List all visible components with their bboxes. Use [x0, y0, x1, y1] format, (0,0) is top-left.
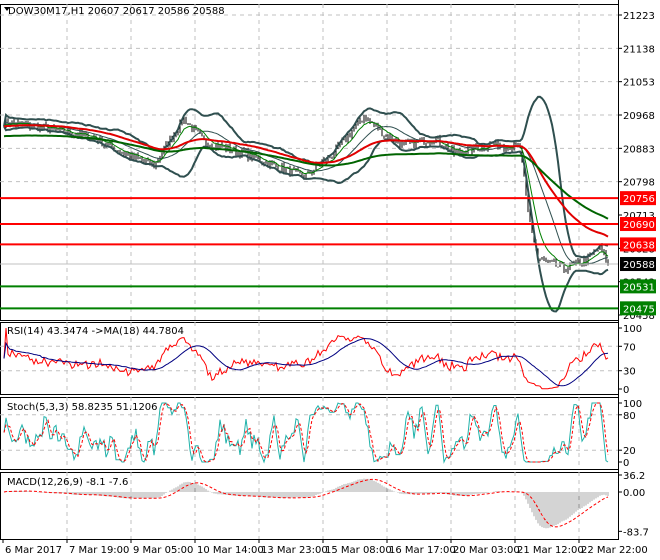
- macd-tick-label: 0.00: [623, 488, 645, 499]
- level-label: 20531: [623, 282, 655, 293]
- rsi-tick-label: 70: [623, 342, 636, 353]
- price-tick-label: 20798: [623, 178, 655, 189]
- rsi-tick-label: 30: [623, 367, 636, 378]
- time-label: 16 Mar 17:00: [389, 545, 456, 556]
- grid: [0, 4, 619, 540]
- price-tick-label: 21053: [623, 78, 655, 89]
- price-tick-label: 20883: [623, 144, 655, 155]
- chart-title: DOW30M17,H1 20607 20617 20586 20588: [8, 6, 225, 17]
- macd-tick-label: -83.7: [623, 527, 649, 538]
- stoch-tick-label: 20: [623, 446, 636, 457]
- time-label: 15 Mar 08:00: [325, 545, 392, 556]
- time-label: 22 Mar 22:00: [581, 545, 648, 556]
- macd-tick-label: 36.2: [623, 471, 645, 482]
- price-panel[interactable]: [0, 95, 618, 313]
- chart-canvas[interactable]: DOW30M17,H1 20607 20617 20586 20588 RSI(…: [0, 0, 660, 560]
- stoch-label: Stoch(5,3,3) 58.8235 51.1206: [7, 402, 158, 413]
- macd-label: MACD(12,26,9) -8.1 -7.6: [7, 477, 128, 488]
- price-tick-label: 20968: [623, 111, 655, 122]
- rsi-tick-label: 0: [623, 385, 629, 396]
- bollinger-lower: [3, 125, 609, 313]
- stoch-tick-label: 80: [623, 411, 636, 422]
- rsi-line: [3, 327, 609, 390]
- level-label: 20475: [623, 304, 655, 315]
- time-label: 10 Mar 14:00: [197, 545, 264, 556]
- price-tick-label: 21223: [623, 11, 655, 22]
- current-price-label: 20588: [623, 260, 655, 271]
- time-label: 21 Mar 12:00: [517, 545, 584, 556]
- level-label: 20638: [623, 240, 655, 251]
- rsi-tick-label: 100: [623, 324, 642, 335]
- time-label: 13 Mar 23:00: [261, 545, 328, 556]
- stoch-tick-label: 100: [623, 399, 642, 410]
- time-label: 9 Mar 05:00: [133, 545, 193, 556]
- level-label: 20690: [623, 220, 655, 231]
- time-label: 20 Mar 03:00: [453, 545, 520, 556]
- rsi-label: RSI(14) 43.3474 ->MA(18) 44.7804: [7, 326, 184, 337]
- stoch-tick-label: 0: [623, 458, 629, 469]
- rsi-panel[interactable]: [3, 327, 609, 390]
- time-label: 6 Mar 2017: [5, 545, 62, 556]
- price-tick-label: 21138: [623, 44, 655, 55]
- bollinger-mid: [3, 121, 609, 265]
- chart-window[interactable]: DOW30M17,H1 20607 20617 20586 20588 RSI(…: [0, 0, 660, 560]
- level-label: 20756: [623, 194, 655, 205]
- time-label: 7 Mar 19:00: [69, 545, 129, 556]
